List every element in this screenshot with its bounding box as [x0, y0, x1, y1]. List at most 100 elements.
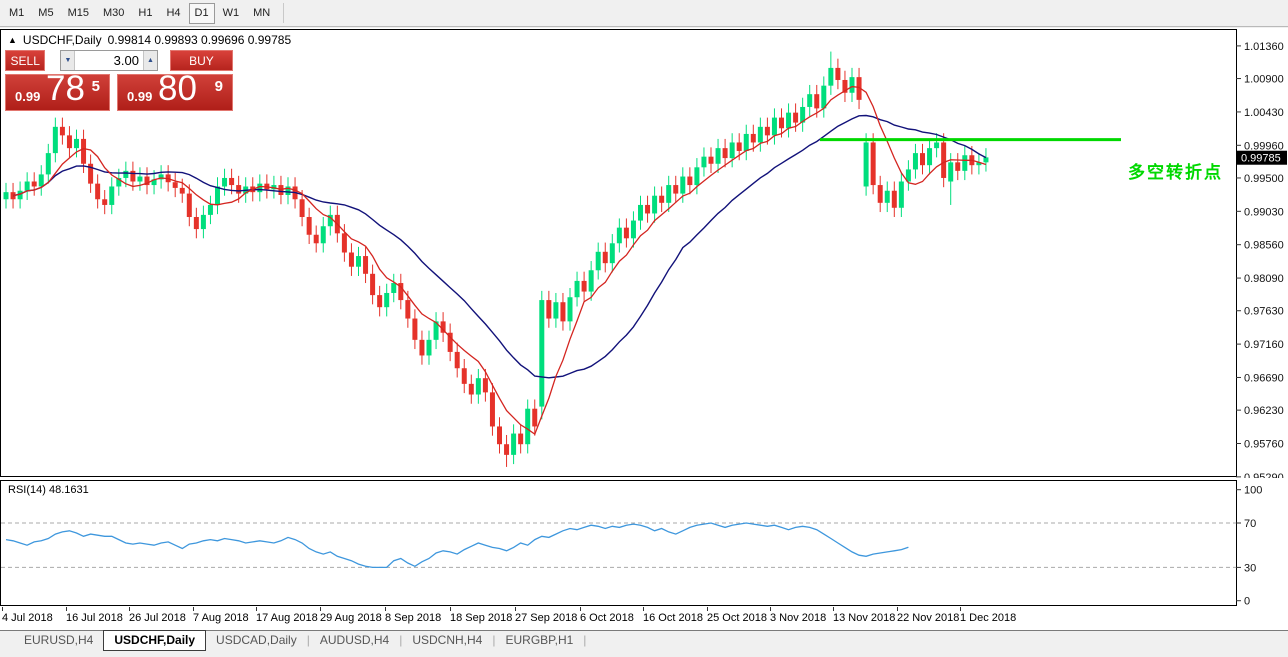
- timeframe-button-m15[interactable]: M15: [62, 3, 95, 24]
- date-axis-tick: [256, 607, 257, 611]
- chart-tab-usdcnh[interactable]: USDCNH,H4: [402, 631, 492, 651]
- sell-price-button[interactable]: 0.99 78 5: [5, 74, 110, 111]
- current-price-label: 0.99785: [1241, 153, 1281, 165]
- candle-body: [236, 185, 241, 194]
- bull-bear-turning-point-annotation: 多空转折点: [1128, 158, 1223, 183]
- candle-body: [222, 178, 227, 187]
- timeframe-button-w1[interactable]: W1: [217, 3, 246, 24]
- main-chart-panel[interactable]: 1.013601.009001.004300.999600.995000.990…: [0, 28, 1288, 478]
- candle-body: [53, 127, 58, 153]
- timeframe-button-m30[interactable]: M30: [97, 3, 130, 24]
- price-axis-label: 0.97160: [1244, 339, 1284, 351]
- candle-body: [511, 434, 516, 455]
- candle-body: [730, 142, 735, 158]
- candle-body: [483, 378, 488, 392]
- tab-separator: |: [583, 631, 586, 647]
- date-axis-label: 27 Sep 2018: [515, 612, 577, 624]
- candle-body: [779, 118, 784, 129]
- candle-body: [709, 157, 714, 164]
- candle-body: [807, 94, 812, 107]
- candle-body: [427, 340, 432, 356]
- candle-body: [568, 297, 573, 321]
- timeframe-button-m5[interactable]: M5: [32, 3, 59, 24]
- rsi-axis-label: 0: [1244, 596, 1250, 607]
- candle-body: [899, 182, 904, 208]
- chart-tab-eurusd[interactable]: EURUSD,H4: [14, 631, 103, 651]
- candle-body: [377, 295, 382, 307]
- candle-body: [835, 68, 840, 80]
- chart-tab-usdchf[interactable]: USDCHF,Daily: [103, 630, 206, 651]
- collapse-panel-icon[interactable]: ▲: [8, 35, 17, 45]
- price-axis-label: 0.98560: [1244, 240, 1284, 252]
- date-axis-tick: [833, 607, 834, 611]
- candle-body: [356, 256, 361, 267]
- candle-body: [497, 426, 502, 444]
- rsi-indicator-panel[interactable]: 10070300 RSI(14) 48.1631: [0, 478, 1288, 607]
- toolbar-separator: [283, 3, 284, 23]
- candle-body: [983, 157, 988, 162]
- candle-body: [751, 134, 756, 143]
- candle-body: [4, 192, 9, 199]
- chart-tab-eurgbp[interactable]: EURGBP,H1: [495, 631, 583, 651]
- sell-button[interactable]: SELL: [5, 50, 45, 71]
- mt4-window: M1M5M15M30H1H4D1W1MN 1.013601.009001.004…: [0, 0, 1288, 657]
- date-axis-label: 25 Oct 2018: [707, 612, 767, 624]
- date-axis-tick: [193, 607, 194, 611]
- date-axis-label: 18 Sep 2018: [450, 612, 512, 624]
- candle-body: [821, 86, 826, 109]
- candle-body: [95, 184, 100, 200]
- volume-input[interactable]: 3.00: [75, 51, 143, 70]
- date-axis-label: 3 Nov 2018: [770, 612, 826, 624]
- candle-body: [786, 113, 791, 129]
- candle-body: [694, 167, 699, 185]
- buy-price-sup: 9: [215, 78, 223, 95]
- date-axis-tick: [2, 607, 3, 611]
- candle-body: [384, 293, 389, 307]
- rsi-indicator-label: RSI(14) 48.1631: [8, 484, 89, 496]
- candle-body: [342, 233, 347, 252]
- candle-body: [278, 185, 283, 195]
- chart-ohlc-values: 0.99814 0.99893 0.99696 0.99785: [108, 33, 292, 47]
- chart-title: ▲ USDCHF,Daily 0.99814 0.99893 0.99696 0…: [8, 33, 291, 47]
- chart-tab-audusd[interactable]: AUDUSD,H4: [310, 631, 399, 651]
- volume-decrease-icon[interactable]: ▼: [61, 51, 75, 70]
- rsi-chart: 10070300: [0, 478, 1288, 607]
- date-axis-tick: [66, 607, 67, 611]
- candle-body: [553, 302, 558, 318]
- candle-body: [208, 205, 213, 215]
- timeframe-button-h4[interactable]: H4: [160, 3, 186, 24]
- candle-body: [941, 142, 946, 178]
- chart-symbol-period: USDCHF,Daily: [23, 33, 102, 47]
- candle-body: [962, 155, 967, 171]
- candle-body: [716, 148, 721, 164]
- buy-price-button[interactable]: 0.99 80 9: [117, 74, 233, 111]
- volume-stepper: ▼ 3.00 ▲: [60, 50, 158, 71]
- candle-body: [130, 171, 135, 182]
- candle-body: [892, 191, 897, 208]
- candle-body: [81, 139, 86, 164]
- candle-body: [582, 281, 587, 292]
- candle-body: [102, 199, 107, 205]
- candle-body: [680, 177, 685, 194]
- date-axis-tick: [643, 607, 644, 611]
- candle-body: [32, 182, 37, 187]
- sell-price-sup: 5: [92, 78, 100, 95]
- volume-increase-icon[interactable]: ▲: [143, 51, 157, 70]
- candle-body: [793, 113, 798, 123]
- candle-body: [560, 302, 565, 321]
- buy-button[interactable]: BUY: [170, 50, 233, 71]
- timeframe-button-d1[interactable]: D1: [189, 3, 215, 24]
- candle-body: [927, 148, 932, 165]
- chart-tab-usdcad[interactable]: USDCAD,Daily: [206, 631, 307, 651]
- candle-body: [878, 185, 883, 203]
- timeframe-button-m1[interactable]: M1: [3, 3, 30, 24]
- date-axis: 4 Jul 201816 Jul 201826 Jul 20187 Aug 20…: [0, 607, 1288, 630]
- timeframe-toolbar: M1M5M15M30H1H4D1W1MN: [0, 0, 1288, 27]
- candle-body: [546, 300, 551, 318]
- date-axis-label: 17 Aug 2018: [256, 612, 318, 624]
- candle-body: [194, 217, 199, 229]
- candle-body: [638, 205, 643, 221]
- timeframe-button-mn[interactable]: MN: [247, 3, 276, 24]
- timeframe-button-h1[interactable]: H1: [132, 3, 158, 24]
- candle-body: [419, 340, 424, 356]
